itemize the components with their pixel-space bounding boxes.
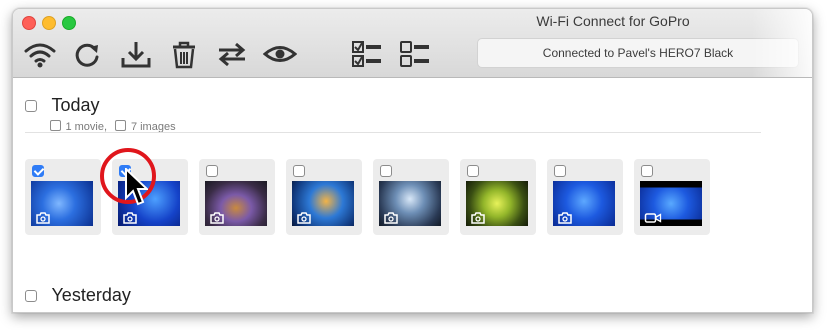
media-item-checkbox[interactable] — [467, 165, 479, 177]
media-thumbnail — [553, 181, 615, 226]
sync-icon[interactable] — [215, 39, 249, 69]
section-today-title: Today — [51, 95, 100, 115]
camera-icon — [296, 212, 312, 224]
media-thumbnail — [31, 181, 93, 226]
movies-filter-checkbox[interactable] — [50, 120, 61, 132]
media-item[interactable] — [547, 159, 623, 235]
media-item[interactable] — [112, 159, 188, 235]
media-item-checkbox[interactable] — [32, 165, 44, 177]
media-thumbnail — [379, 181, 441, 226]
section-divider — [25, 132, 761, 133]
camera-icon — [557, 212, 573, 224]
camera-icon — [122, 212, 138, 224]
media-item[interactable] — [634, 159, 710, 235]
media-item-checkbox[interactable] — [641, 165, 653, 177]
download-icon[interactable] — [119, 39, 153, 69]
media-item-checkbox[interactable] — [554, 165, 566, 177]
camera-icon — [209, 212, 225, 224]
section-yesterday-title: Yesterday — [51, 285, 131, 305]
section-yesterday-header: Yesterday — [25, 285, 131, 306]
media-thumbnail — [118, 181, 180, 226]
close-window-button[interactable] — [22, 16, 36, 30]
media-item[interactable] — [199, 159, 275, 235]
section-yesterday-checkbox[interactable] — [25, 289, 37, 302]
minimize-window-button[interactable] — [42, 16, 56, 30]
app-window: Wi-Fi Connect for GoPro Connected to Pav… — [12, 8, 813, 313]
camera-icon — [470, 212, 486, 224]
refresh-icon[interactable] — [71, 39, 105, 69]
eye-icon[interactable] — [262, 39, 298, 69]
media-item[interactable] — [460, 159, 536, 235]
media-item-checkbox[interactable] — [293, 165, 305, 177]
images-filter-checkbox[interactable] — [115, 120, 127, 132]
section-today-checkbox[interactable] — [25, 99, 37, 112]
toolbar: Wi-Fi Connect for GoPro Connected to Pav… — [13, 9, 812, 78]
toolbar-fade — [752, 9, 812, 77]
media-item-checkbox[interactable] — [119, 165, 131, 177]
video-camera-icon — [644, 212, 662, 224]
media-thumbnail — [205, 181, 267, 226]
camera-icon — [35, 212, 51, 224]
window-title: Wi-Fi Connect for GoPro — [536, 13, 690, 29]
media-thumbnail — [292, 181, 354, 226]
media-thumbnail — [640, 181, 702, 226]
media-item-checkbox[interactable] — [206, 165, 218, 177]
select-all-icon[interactable] — [350, 39, 384, 69]
wifi-icon[interactable] — [23, 39, 57, 69]
deselect-all-icon[interactable] — [398, 39, 432, 69]
connection-status: Connected to Pavel's HERO7 Black — [477, 38, 799, 68]
media-item[interactable] — [373, 159, 449, 235]
media-item[interactable] — [25, 159, 101, 235]
maximize-window-button[interactable] — [62, 16, 76, 30]
media-item-checkbox[interactable] — [380, 165, 392, 177]
media-item[interactable] — [286, 159, 362, 235]
camera-icon — [383, 212, 399, 224]
media-thumbnail — [466, 181, 528, 226]
trash-icon[interactable] — [167, 39, 201, 69]
section-today-header: Today — [25, 95, 100, 116]
